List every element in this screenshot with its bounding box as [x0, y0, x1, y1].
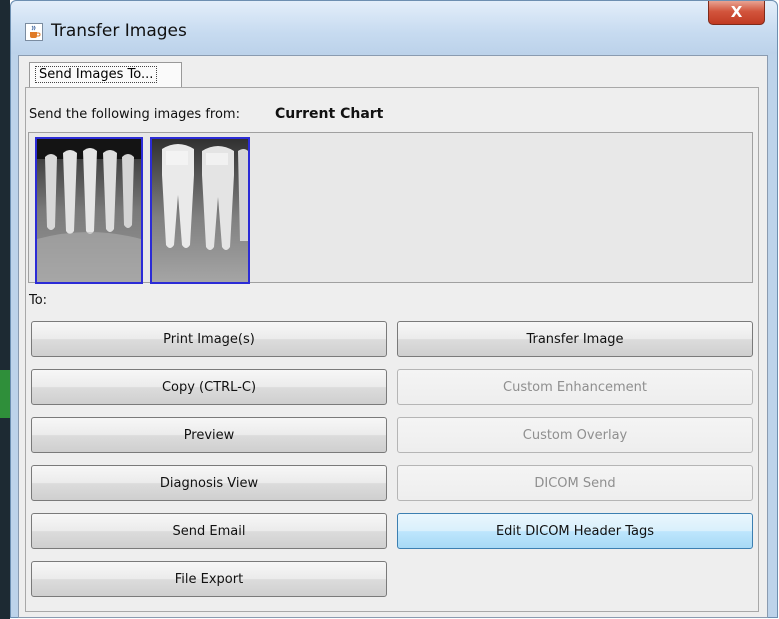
desktop-taskbar-fragment	[0, 370, 10, 418]
file-export-button[interactable]: File Export	[31, 561, 387, 597]
xray-molar-teeth-thumbnail[interactable]	[150, 137, 250, 284]
image-thumbnail-strip	[28, 132, 753, 284]
close-icon: X	[730, 3, 743, 21]
window-client-area: Send Images To... Send the following ima…	[18, 55, 768, 618]
destination-label: To:	[29, 293, 48, 308]
source-label: Send the following images from:	[29, 107, 240, 122]
custom-overlay-button[interactable]: Custom Overlay	[397, 417, 753, 453]
preview-button[interactable]: Preview	[31, 417, 387, 453]
tab-label: Send Images To...	[35, 66, 158, 83]
dicom-send-button[interactable]: DICOM Send	[397, 465, 753, 501]
title-bar[interactable]: Transfer Images X	[11, 1, 777, 54]
transfer-image-button[interactable]: Transfer Image	[397, 321, 753, 357]
custom-enhancement-button[interactable]: Custom Enhancement	[397, 369, 753, 405]
copy-button[interactable]: Copy (CTRL-C)	[31, 369, 387, 405]
desktop-background	[0, 0, 10, 619]
tab-send-images-to[interactable]: Send Images To...	[29, 62, 182, 88]
print-images-button[interactable]: Print Image(s)	[31, 321, 387, 357]
send-images-panel: Send the following images from: Current …	[25, 87, 759, 612]
window-title: Transfer Images	[51, 21, 187, 41]
close-button[interactable]: X	[708, 1, 765, 25]
source-value: Current Chart	[275, 106, 384, 122]
xray-anterior-teeth-thumbnail[interactable]	[35, 137, 143, 284]
java-cup-icon	[25, 23, 43, 41]
transfer-images-window: Transfer Images X Send Images To... Send…	[10, 0, 778, 618]
send-email-button[interactable]: Send Email	[31, 513, 387, 549]
edit-dicom-header-tags-button[interactable]: Edit DICOM Header Tags	[397, 513, 753, 549]
diagnosis-view-button[interactable]: Diagnosis View	[31, 465, 387, 501]
